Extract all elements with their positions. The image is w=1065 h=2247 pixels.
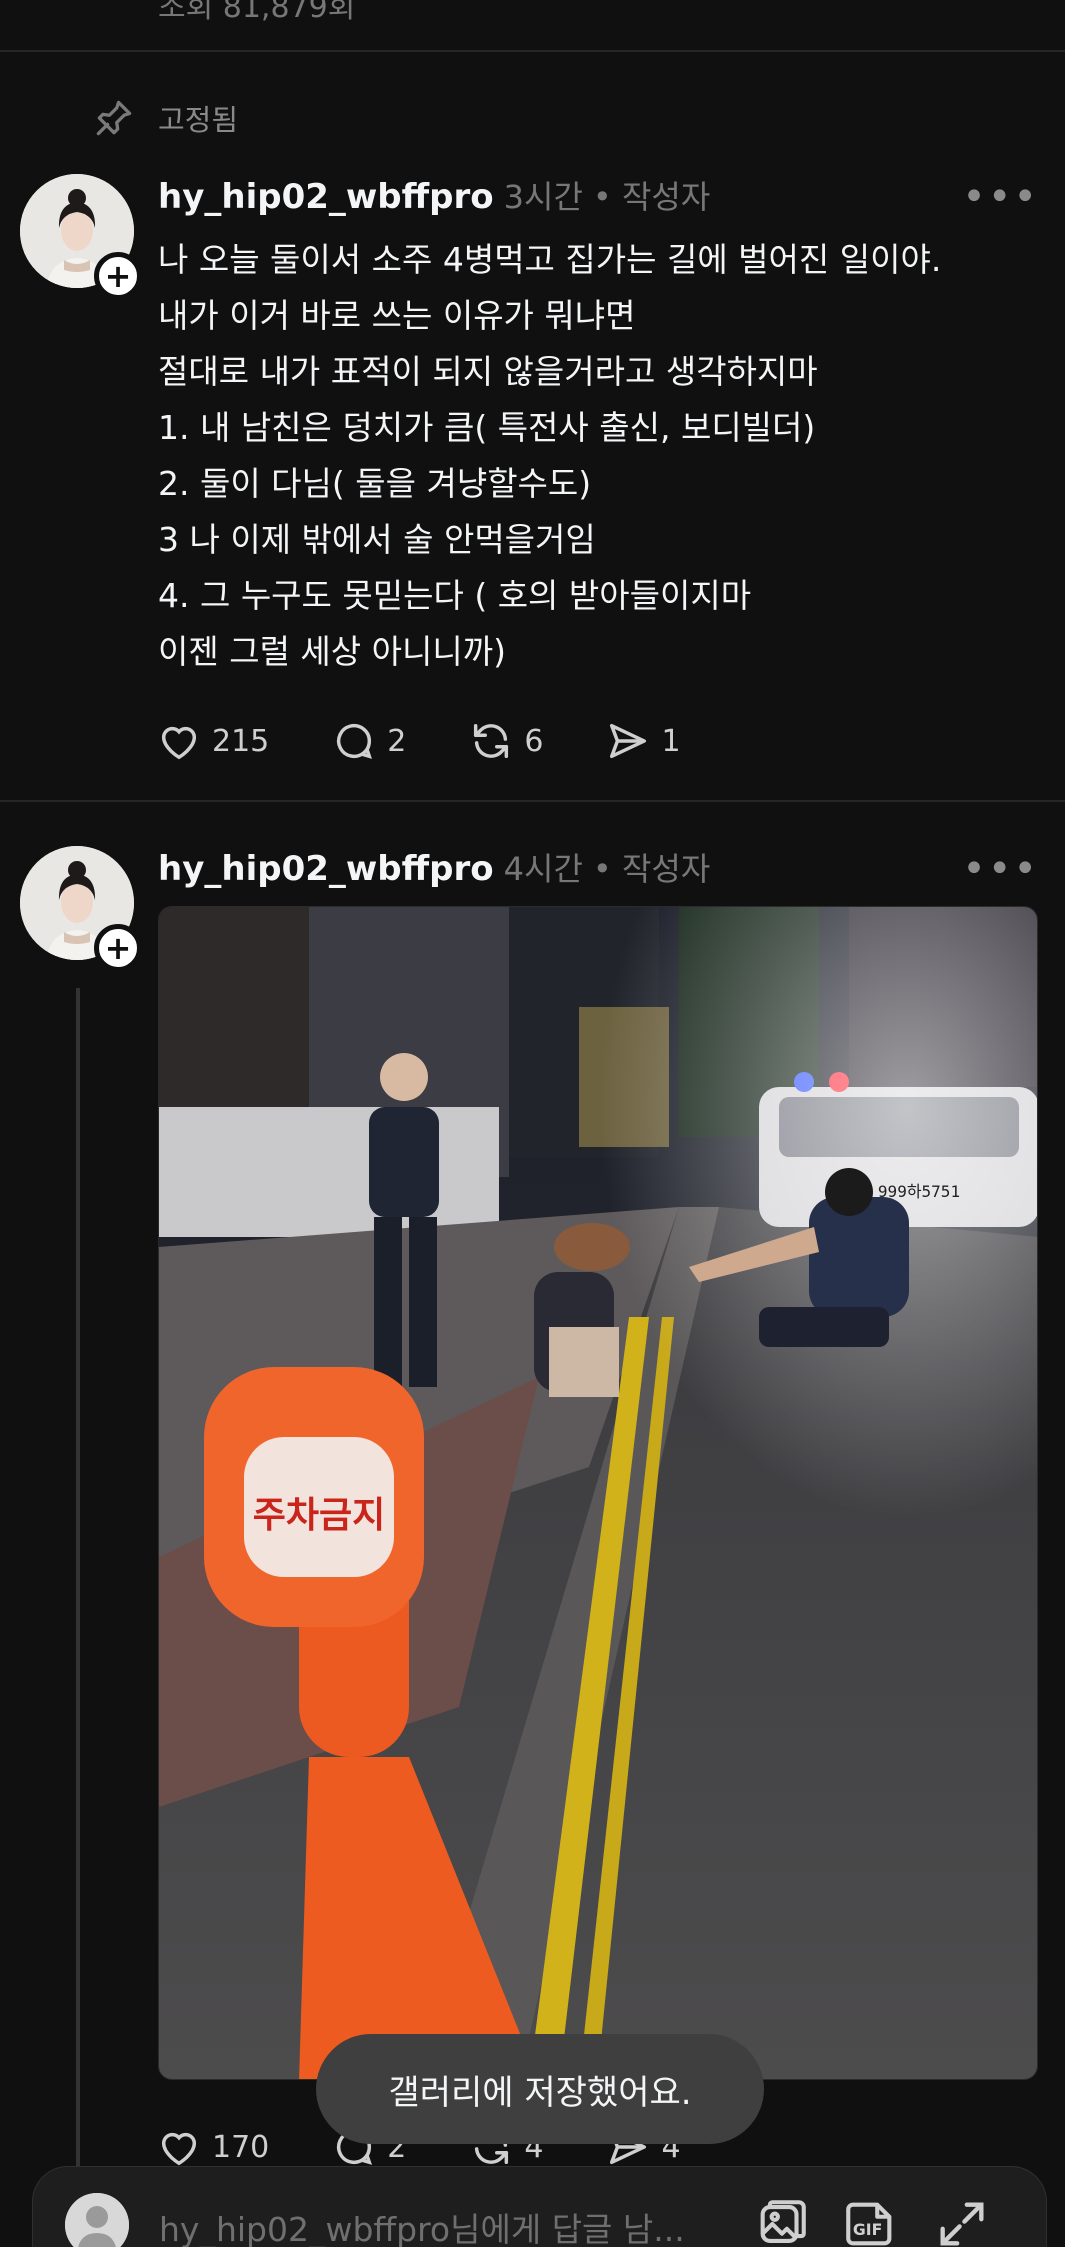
reply-input[interactable]: hy_hip02_wbffpro님에게 답글 남... (159, 2203, 685, 2247)
comment-button[interactable]: 2 (331, 718, 406, 764)
post-text-line: 나 오늘 둘이서 소주 4병먹고 집가는 길에 벌어진 일이야. (158, 240, 942, 279)
repost-count: 6 (524, 723, 544, 759)
post-text-line: 2. 둘이 다님( 둘을 겨냥할수도) (158, 464, 592, 503)
avatar[interactable]: + (20, 846, 142, 972)
post-body: 나 오늘 둘이서 소주 4병먹고 집가는 길에 벌어진 일이야. 내가 이거 바… (158, 232, 1038, 680)
username[interactable]: hy_hip02_wbffpro (158, 177, 494, 217)
post-time: 3시간 (503, 178, 583, 216)
share-button[interactable]: 1 (605, 718, 681, 764)
post-header: hy_hip02_wbffpro 3시간 • 작성자 (158, 172, 710, 218)
image-icon[interactable] (753, 2195, 811, 2247)
post-text-line: 4. 그 누구도 못믿는다 ( 호의 받아들이지마 (158, 576, 752, 615)
author-tag: • 작성자 (592, 850, 711, 888)
like-button[interactable]: 215 (156, 718, 269, 764)
post-photo[interactable]: 주차금지 999하5751 (158, 906, 1038, 2080)
post-divider (0, 800, 1065, 802)
share-count: 1 (661, 723, 681, 759)
saved-toast: 갤러리에 저장했어요. (316, 2034, 764, 2144)
post-text-line: 내가 이거 바로 쓰는 이유가 뭐냐면 (158, 296, 636, 335)
reply-composer[interactable]: hy_hip02_wbffpro님에게 답글 남... GIF (32, 2166, 1047, 2247)
post-text-line: 3 나 이제 밖에서 술 안먹을거임 (158, 520, 596, 559)
gif-icon[interactable]: GIF (841, 2195, 899, 2247)
post-header: hy_hip02_wbffpro 4시간 • 작성자 (158, 844, 710, 890)
post-text-line: 1. 내 남친은 덩치가 큼( 특전사 출신, 보디빌더) (158, 408, 816, 447)
heart-icon (161, 726, 197, 760)
heart-icon (161, 2132, 197, 2166)
post-text-line: 절대로 내가 표적이 되지 않을거라고 생각하지마 (158, 352, 818, 391)
license-plate-text: 999하5751 (878, 1182, 960, 1201)
no-parking-sign-text: 주차금지 (253, 1495, 385, 1536)
expand-icon[interactable] (933, 2195, 991, 2247)
more-options-button[interactable]: ••• (962, 846, 1039, 892)
like-count: 170 (212, 2129, 270, 2165)
like-count: 215 (212, 723, 270, 759)
comment-icon (337, 723, 373, 759)
comment-count: 2 (387, 723, 407, 759)
pinned-indicator: 고정됨 (92, 96, 238, 140)
follow-button[interactable]: + (94, 924, 142, 972)
pinned-label: 고정됨 (158, 103, 239, 137)
view-count-text: 조회 81,879회 (158, 0, 356, 25)
thread-connector-line (76, 988, 80, 2188)
share-icon (610, 723, 647, 759)
repost-icon (474, 723, 509, 759)
like-button[interactable]: 170 (156, 2124, 269, 2170)
follow-button[interactable]: + (94, 252, 142, 300)
more-options-button[interactable]: ••• (962, 174, 1039, 220)
post-time: 4시간 (503, 850, 583, 888)
post-actions: 215 2 6 1 (156, 718, 743, 764)
my-avatar (65, 2193, 129, 2247)
repost-button[interactable]: 6 (468, 718, 543, 764)
svg-text:GIF: GIF (853, 2220, 882, 2239)
username[interactable]: hy_hip02_wbffpro (158, 849, 494, 889)
section-divider (0, 50, 1065, 52)
author-tag: • 작성자 (592, 178, 711, 216)
pin-icon (96, 100, 132, 136)
post-text-line: 이젠 그럴 세상 아니니까) (158, 632, 506, 671)
avatar[interactable]: + (20, 174, 142, 300)
